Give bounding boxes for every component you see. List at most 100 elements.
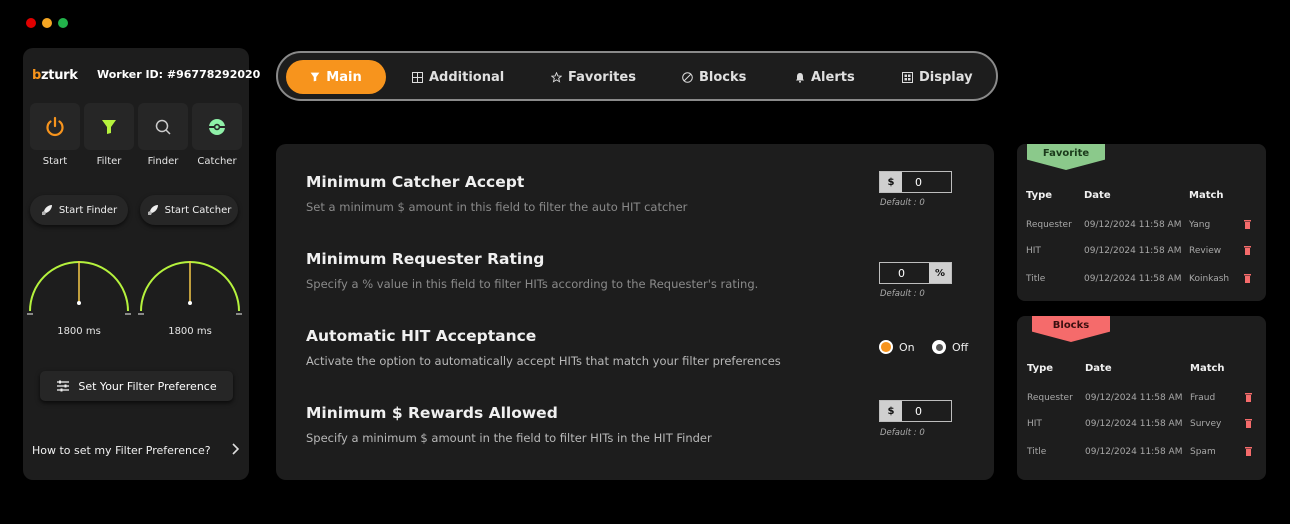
table-cell: HIT [1026, 246, 1041, 256]
rocket-icon [41, 205, 52, 215]
tab-favorites[interactable]: Favorites [551, 60, 636, 94]
tile-label: Filter [96, 156, 122, 167]
requester-rating-value: 0 [898, 266, 905, 280]
howto-filter-link[interactable]: How to set my Filter Preference? [32, 444, 211, 457]
grid-icon [412, 71, 423, 83]
table-cell: 09/12/2024 11:58 AM [1085, 447, 1183, 457]
table-cell: Requester [1026, 220, 1072, 230]
sidebar: bzturk Worker ID: #96778292020 Start Fil… [23, 48, 260, 480]
dollar-prefix: $ [880, 172, 902, 192]
table-cell: Requester [1027, 393, 1073, 403]
auto-accept-off-label: Off [952, 340, 969, 354]
rocket-icon [147, 205, 158, 215]
worker-id: Worker ID: #96778292020 [97, 68, 261, 81]
tab-main[interactable]: Main [286, 60, 386, 94]
requester-rating-title: Minimum Requester Rating [306, 250, 545, 268]
finder-gauge-label: 1800 ms [57, 326, 101, 337]
trash-icon[interactable] [1245, 393, 1252, 402]
trash-icon[interactable] [1245, 419, 1252, 428]
table-cell: 09/12/2024 11:58 AM [1085, 393, 1183, 403]
min-rewards-input[interactable]: $ 0 [879, 400, 952, 422]
min-rewards-default: Default : 0 [880, 428, 925, 438]
start-tile-button[interactable] [30, 103, 80, 150]
tab-favorites-label: Favorites [568, 69, 636, 85]
search-icon [155, 119, 171, 135]
window-close-dot[interactable] [26, 18, 36, 28]
col-match: Match [1189, 190, 1224, 201]
col-match: Match [1190, 363, 1225, 374]
sliders-icon [57, 380, 70, 392]
chevron-right-icon[interactable] [229, 442, 241, 456]
finder-tile-button[interactable] [138, 103, 188, 150]
table-cell: HIT [1027, 419, 1042, 429]
tile-label: Finder [147, 156, 179, 167]
trash-icon[interactable] [1244, 220, 1251, 229]
min-rewards-value: 0 [915, 404, 922, 418]
catcher-accept-default: Default : 0 [880, 198, 925, 208]
table-cell: Review [1189, 246, 1222, 256]
tab-display[interactable]: Display [902, 60, 973, 94]
tab-additional[interactable]: Additional [412, 60, 504, 94]
table-cell: Survey [1190, 419, 1222, 429]
requester-rating-default: Default : 0 [880, 289, 925, 299]
tab-alerts[interactable]: Alerts [795, 60, 855, 94]
tab-blocks[interactable]: Blocks [682, 60, 746, 94]
brand-logo: bzturk [32, 68, 78, 83]
min-rewards-title: Minimum $ Rewards Allowed [306, 404, 558, 422]
start-finder-button[interactable]: Start Finder [30, 195, 128, 225]
block-icon [682, 71, 693, 83]
favorite-ribbon: Favorite [1027, 144, 1105, 170]
filter-tile-button[interactable] [84, 103, 134, 150]
table-cell: Fraud [1190, 393, 1216, 403]
blocks-ribbon: Blocks [1032, 316, 1110, 342]
table-cell: 09/12/2024 11:58 AM [1084, 246, 1182, 256]
col-type: Type [1027, 363, 1054, 374]
tile-label: Catcher [197, 156, 237, 167]
catcher-accept-title: Minimum Catcher Accept [306, 173, 525, 191]
table-cell: Spam [1190, 447, 1216, 457]
table-cell: 09/12/2024 11:58 AM [1084, 274, 1182, 284]
tile-label: Start [42, 156, 68, 167]
catcher-accept-input[interactable]: $ 0 [879, 171, 952, 193]
start-finder-label: Start Finder [58, 204, 118, 216]
power-icon [46, 116, 64, 136]
main-settings-panel: Minimum Catcher Accept Set a minimum $ a… [276, 144, 994, 480]
requester-rating-desc: Specify a % value in this field to filte… [306, 277, 759, 291]
trash-icon[interactable] [1245, 447, 1252, 456]
tab-main-label: Main [326, 69, 362, 85]
table-cell: Yang [1189, 220, 1211, 230]
set-filter-preference-button[interactable]: Set Your Filter Preference [40, 371, 233, 401]
window-minimize-dot[interactable] [42, 18, 52, 28]
auto-accept-desc: Activate the option to automatically acc… [306, 354, 781, 368]
table-cell: Title [1027, 447, 1047, 457]
blocks-card: Blocks Type Date Match Requester 09/12/2… [1017, 316, 1266, 480]
table-cell: Koinkash [1189, 274, 1230, 284]
favorite-card: Favorite Type Date Match Requester 09/12… [1017, 144, 1266, 301]
tab-alerts-label: Alerts [811, 69, 855, 85]
start-catcher-button[interactable]: Start Catcher [140, 195, 238, 225]
tab-additional-label: Additional [429, 69, 505, 85]
trash-icon[interactable] [1244, 246, 1251, 255]
trash-icon[interactable] [1244, 274, 1251, 283]
percent-suffix: % [929, 263, 951, 283]
catcher-accept-desc: Set a minimum $ amount in this field to … [306, 200, 688, 214]
bell-icon [796, 72, 804, 83]
col-type: Type [1026, 190, 1053, 201]
catcher-gauge-label: 1800 ms [168, 326, 212, 337]
table-cell: 09/12/2024 11:58 AM [1085, 419, 1183, 429]
finder-speed-gauge [27, 261, 131, 315]
catcher-icon [209, 118, 225, 135]
auto-accept-off-radio[interactable]: Off [932, 340, 968, 354]
catcher-tile-button[interactable] [192, 103, 242, 150]
catcher-speed-gauge [138, 261, 242, 315]
filter-icon [102, 119, 116, 134]
star-icon [551, 71, 562, 83]
auto-accept-on-radio[interactable]: On [879, 340, 915, 354]
auto-accept-on-label: On [899, 340, 915, 354]
requester-rating-input[interactable]: 0 % [879, 262, 952, 284]
set-filter-preference-label: Set Your Filter Preference [78, 379, 217, 393]
window-maximize-dot[interactable] [58, 18, 68, 28]
col-date: Date [1084, 190, 1111, 201]
col-date: Date [1085, 363, 1112, 374]
min-rewards-desc: Specify a minimum $ amount in the field … [306, 431, 712, 445]
